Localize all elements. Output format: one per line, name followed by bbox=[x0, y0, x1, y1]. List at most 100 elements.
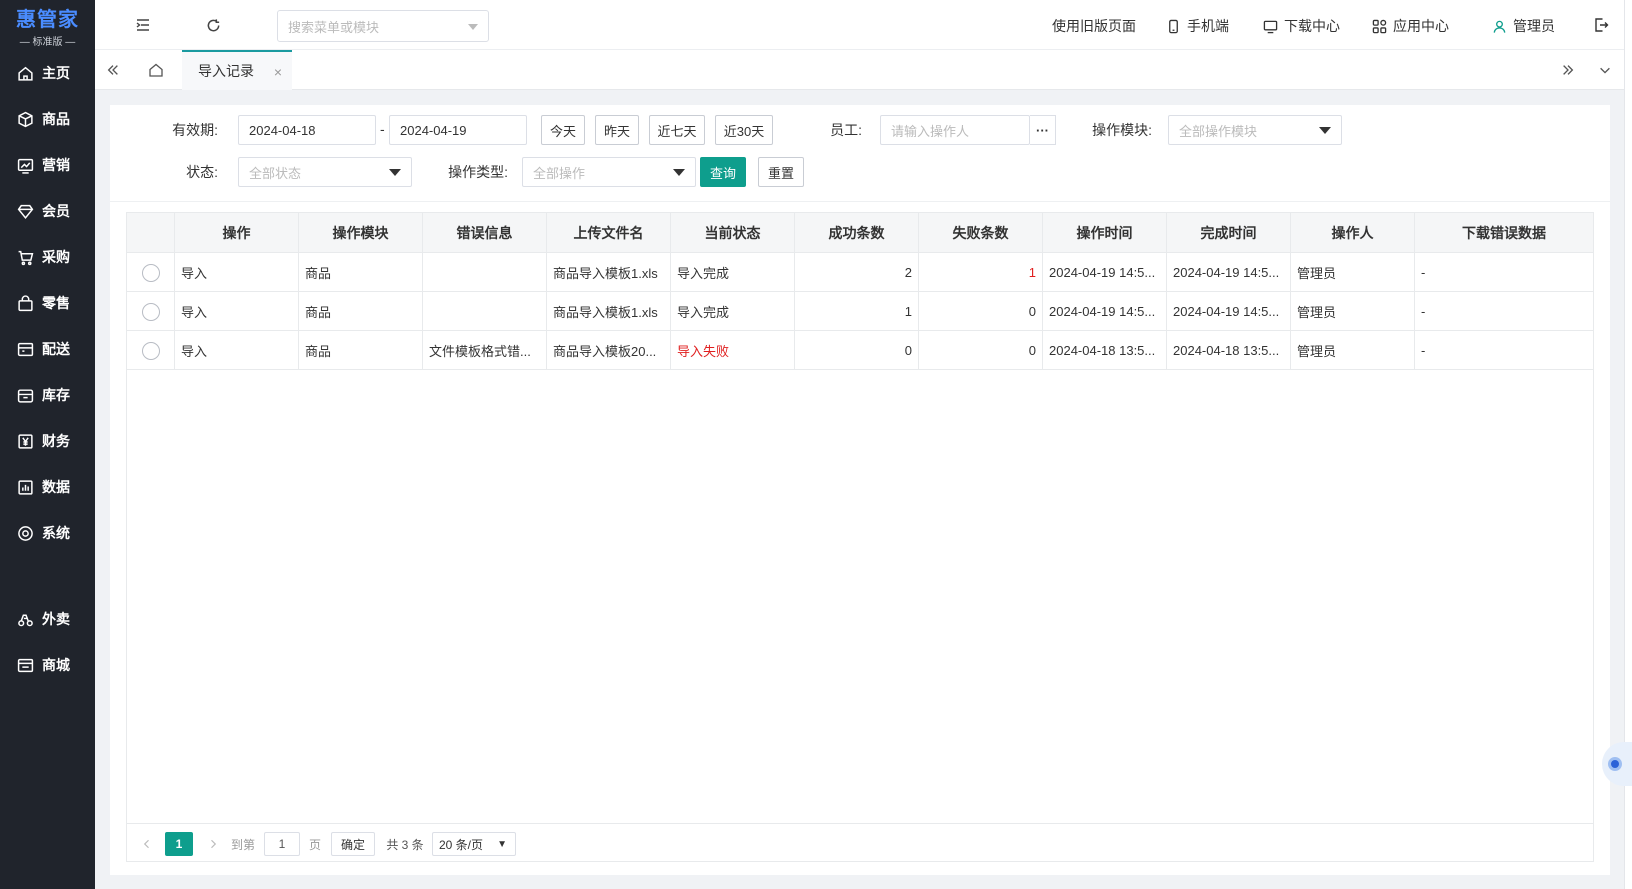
module-select-value: 全部操作模块 bbox=[1179, 123, 1258, 139]
sidebar-item-inventory[interactable]: 库存 bbox=[0, 375, 95, 415]
table-cell: 2024-04-18 13:5... bbox=[1043, 331, 1167, 370]
employee-picker-button[interactable]: ··· bbox=[1030, 115, 1056, 145]
assistant-icon bbox=[1608, 757, 1622, 771]
success-count-cell: 1 bbox=[795, 292, 919, 331]
tab-import-records[interactable]: 导入记录 × bbox=[182, 50, 292, 90]
prev-page-icon[interactable] bbox=[137, 832, 157, 856]
today-button[interactable]: 今天 bbox=[541, 115, 585, 145]
brand-name: 惠管家 bbox=[16, 8, 79, 31]
table-row[interactable]: 导入 商品 商品导入模板1.xls 导入完成 1 0 2024-04-19 14… bbox=[127, 292, 1593, 331]
sidebar-item-label: 商城 bbox=[42, 657, 70, 673]
status-select-value: 全部状态 bbox=[249, 165, 302, 181]
chevron-down-icon bbox=[673, 169, 685, 176]
total-count: 共 3 条 bbox=[386, 837, 424, 852]
user-name: 管理员 bbox=[1513, 18, 1555, 34]
tabs-scroll-left-icon[interactable] bbox=[95, 50, 131, 90]
page-size-select[interactable]: 20 条/页 ▼ bbox=[432, 832, 516, 856]
fail-count-cell: 1 bbox=[919, 253, 1043, 292]
row-radio[interactable] bbox=[141, 341, 160, 360]
yesterday-button[interactable]: 昨天 bbox=[595, 115, 639, 145]
download-center-link[interactable]: 下载中心 bbox=[1263, 16, 1340, 36]
table-cell bbox=[423, 292, 547, 331]
close-icon[interactable]: × bbox=[274, 64, 282, 80]
table-header: 操作 操作模块 错误信息 上传文件名 当前状态 成功条数 失败条数 操作时间 完… bbox=[127, 213, 1593, 253]
row-radio[interactable] bbox=[141, 263, 160, 282]
import-records-table: 操作 操作模块 错误信息 上传文件名 当前状态 成功条数 失败条数 操作时间 完… bbox=[126, 212, 1594, 862]
error-info-cell: 文件模板格式错... bbox=[423, 331, 547, 370]
mobile-link[interactable]: 手机端 bbox=[1166, 16, 1229, 36]
goto-label: 到第 bbox=[230, 837, 255, 852]
sidebar-item-label: 营销 bbox=[42, 157, 70, 173]
row-radio[interactable] bbox=[141, 302, 160, 321]
sidebar-item-member[interactable]: 会员 bbox=[0, 191, 95, 231]
sidebar: 惠管家 — 标准版 — 主页 商品 营销 会员 采购 零售 配送 库存 财务 数… bbox=[0, 0, 95, 889]
sidebar-item-marketing[interactable]: 营销 bbox=[0, 145, 95, 185]
table-cell: 商品导入模板20... bbox=[547, 331, 671, 370]
refresh-icon[interactable] bbox=[203, 15, 223, 35]
truck-icon bbox=[17, 342, 34, 356]
chevron-down-icon: ▼ bbox=[497, 839, 507, 850]
optype-select[interactable]: 全部操作 bbox=[522, 157, 696, 187]
old-version-link[interactable]: 使用旧版页面 bbox=[1052, 16, 1136, 36]
column-header: 操作时间 bbox=[1043, 213, 1167, 253]
sidebar-item-label: 外卖 bbox=[42, 611, 70, 627]
last-7-days-button[interactable]: 近七天 bbox=[649, 115, 705, 145]
module-select[interactable]: 全部操作模块 bbox=[1168, 115, 1342, 145]
page-unit-label: 页 bbox=[308, 837, 321, 852]
sidebar-item-takeout[interactable]: 外卖 bbox=[0, 599, 95, 639]
table-cell: 商品 bbox=[299, 292, 423, 331]
chevron-down-icon bbox=[1319, 127, 1331, 134]
sidebar-item-delivery[interactable]: 配送 bbox=[0, 329, 95, 369]
sidebar-item-label: 零售 bbox=[42, 295, 70, 311]
sidebar-item-purchase[interactable]: 采购 bbox=[0, 237, 95, 277]
validity-label: 有效期: bbox=[172, 122, 218, 138]
app-center-link[interactable]: 应用中心 bbox=[1372, 16, 1449, 36]
employee-input[interactable]: 请输入操作人 bbox=[880, 115, 1030, 145]
download-center-label: 下载中心 bbox=[1284, 18, 1340, 34]
table-cell: 2024-04-19 14:5... bbox=[1043, 292, 1167, 331]
sidebar-item-goods[interactable]: 商品 bbox=[0, 99, 95, 139]
brand-logo[interactable]: 惠管家 — 标准版 — bbox=[0, 0, 95, 50]
menu-search-select[interactable]: 搜索菜单或模块 bbox=[277, 10, 489, 42]
tabs-scroll-right-icon[interactable] bbox=[1550, 50, 1586, 90]
table-row[interactable]: 导入 商品 文件模板格式错... 商品导入模板20... 导入失败 0 0 20… bbox=[127, 331, 1593, 370]
reset-button[interactable]: 重置 bbox=[758, 157, 804, 187]
sidebar-item-data[interactable]: 数据 bbox=[0, 467, 95, 507]
table-cell: 2024-04-19 14:5... bbox=[1167, 253, 1291, 292]
user-menu[interactable]: 管理员 bbox=[1492, 16, 1555, 36]
current-page[interactable]: 1 bbox=[165, 832, 193, 856]
sidebar-item-retail[interactable]: 零售 bbox=[0, 283, 95, 323]
goto-confirm-button[interactable]: 确定 bbox=[331, 832, 375, 856]
goto-page-input[interactable]: 1 bbox=[264, 832, 300, 856]
table-cell: 导入 bbox=[175, 331, 299, 370]
sidebar-item-label: 配送 bbox=[42, 341, 70, 357]
last-30-days-button[interactable]: 近30天 bbox=[715, 115, 773, 145]
table-cell: 2024-04-18 13:5... bbox=[1167, 331, 1291, 370]
sidebar-item-system[interactable]: 系统 bbox=[0, 513, 95, 553]
table-row[interactable]: 导入 商品 商品导入模板1.xls 导入完成 2 1 2024-04-19 14… bbox=[127, 253, 1593, 292]
query-button[interactable]: 查询 bbox=[700, 157, 746, 187]
top-bar: 搜索菜单或模块 使用旧版页面 手机端 下载中心 应用中心 管理员 bbox=[95, 0, 1632, 50]
warehouse-icon bbox=[17, 388, 34, 403]
sidebar-item-mall[interactable]: 商城 bbox=[0, 645, 95, 685]
column-header: 成功条数 bbox=[795, 213, 919, 253]
logout-icon[interactable] bbox=[1591, 15, 1611, 35]
column-header: 操作人 bbox=[1291, 213, 1415, 253]
sidebar-item-label: 数据 bbox=[42, 479, 70, 495]
tabs-dropdown-icon[interactable] bbox=[1587, 50, 1623, 90]
status-select[interactable]: 全部状态 bbox=[238, 157, 412, 187]
sidebar-item-label: 库存 bbox=[42, 387, 70, 403]
brand-edition: — 标准版 — bbox=[19, 36, 76, 48]
sidebar-item-home[interactable]: 主页 bbox=[0, 53, 95, 93]
column-header: 当前状态 bbox=[671, 213, 795, 253]
date-to-input[interactable]: 2024-04-19 bbox=[389, 115, 527, 145]
menu-toggle-icon[interactable] bbox=[133, 15, 153, 35]
next-page-icon[interactable] bbox=[203, 832, 223, 856]
chevron-down-icon bbox=[468, 24, 478, 30]
sidebar-item-finance[interactable]: 财务 bbox=[0, 421, 95, 461]
select-column-header bbox=[127, 213, 175, 253]
date-from-input[interactable]: 2024-04-18 bbox=[238, 115, 376, 145]
table-cell: 2024-04-19 14:5... bbox=[1167, 292, 1291, 331]
settings-icon bbox=[18, 525, 33, 541]
home-tab-icon[interactable] bbox=[138, 50, 174, 90]
